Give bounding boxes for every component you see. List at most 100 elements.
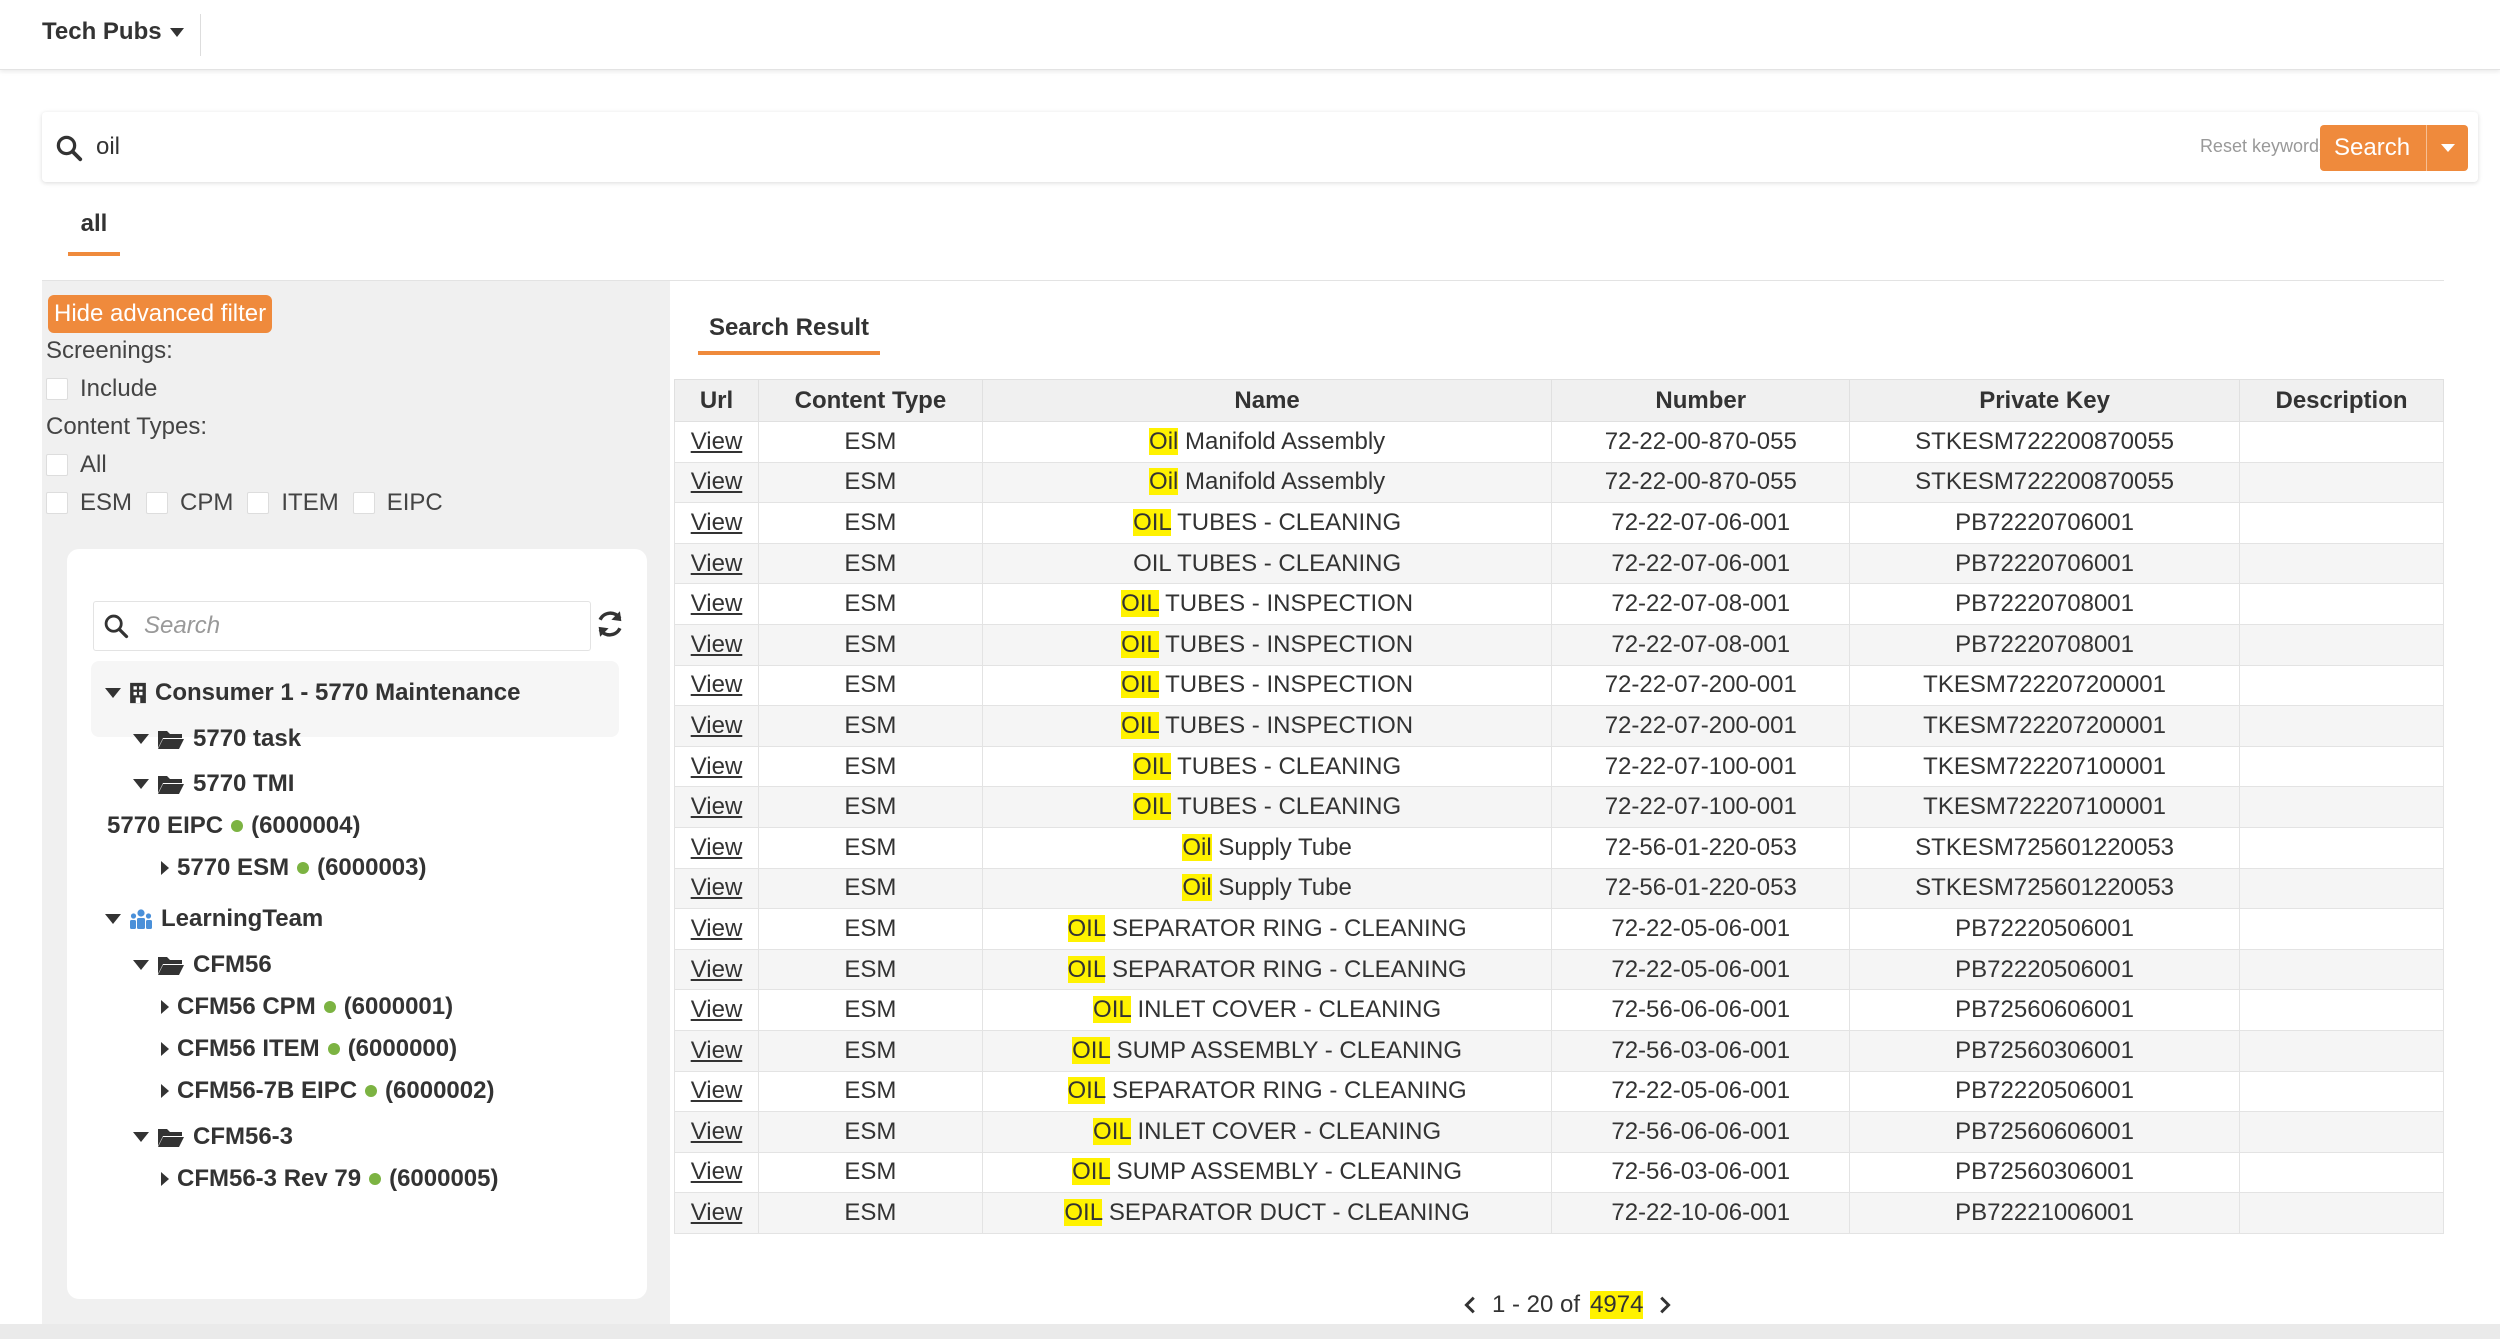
table-row: View ESM OIL SEPARATOR RING - CLEANING 72-2…: [674, 948, 2444, 991]
column-header-url[interactable]: Url: [674, 379, 759, 422]
eipc-checkbox[interactable]: [352, 492, 375, 514]
chevron-right-icon[interactable]: [1653, 1294, 1675, 1316]
description-cell: [2239, 867, 2444, 910]
tree-search-input[interactable]: [142, 606, 582, 646]
table-row: View ESM Oil Supply Tube 72-56-01-220-053 ST…: [674, 867, 2444, 910]
item-label: ITEM: [281, 489, 339, 516]
content-type-cell: ESM: [757, 461, 983, 504]
caret-down-icon: [2440, 144, 2455, 152]
column-header-name[interactable]: Name: [981, 379, 1553, 422]
view-link[interactable]: View: [691, 631, 743, 658]
table-row: View ESM OIL SEPARATOR RING - CLEANING 72-2…: [674, 1070, 2444, 1113]
reset-keywords-link[interactable]: Reset keywords: [2200, 136, 2328, 157]
name-cell: Oil Supply Tube: [981, 867, 1553, 910]
view-link[interactable]: View: [691, 793, 743, 820]
number-cell: 72-22-07-200-001: [1551, 664, 1851, 707]
hide-advanced-filter-button[interactable]: Hide advanced filter: [48, 295, 273, 333]
view-link[interactable]: View: [691, 509, 743, 536]
tree-node-cfm56-3-rev79[interactable]: CFM56-3 Rev 79 (6000005): [161, 1165, 499, 1193]
item-checkbox[interactable]: [247, 492, 270, 514]
view-link[interactable]: View: [691, 1199, 743, 1226]
column-header-content-type[interactable]: Content Type: [757, 379, 983, 422]
view-link[interactable]: View: [691, 956, 743, 983]
url-cell: View: [674, 908, 759, 950]
view-link[interactable]: View: [691, 550, 743, 577]
view-link[interactable]: View: [691, 1118, 743, 1145]
type-option-cpm[interactable]: CPM: [146, 489, 233, 517]
folder-open-icon: [158, 731, 184, 749]
tree-node-cfm56-3[interactable]: CFM56-3: [133, 1123, 293, 1151]
view-link[interactable]: View: [691, 590, 743, 617]
name-cell: OIL SUMP ASSEMBLY - CLEANING: [981, 1029, 1553, 1072]
caret-down-icon: [169, 27, 184, 37]
tree-node-5770-eipc[interactable]: 5770 EIPC (6000004): [107, 812, 361, 840]
results-table: Url Content Type Name Number Private Key…: [674, 379, 2444, 1234]
keyword-highlight: Oil: [1182, 833, 1212, 861]
private-key-cell: PB72221006001: [1849, 1192, 2241, 1234]
tree-node-cfm56-cpm[interactable]: CFM56 CPM (6000001): [161, 993, 453, 1021]
expand-down-icon: [133, 1132, 149, 1142]
all-types-option[interactable]: All: [46, 451, 107, 479]
tab-search-result[interactable]: Search Result: [698, 309, 880, 355]
private-key-cell: STKESM722200870055: [1849, 421, 2241, 463]
chevron-left-icon[interactable]: [1460, 1294, 1482, 1316]
expand-down-icon: [105, 914, 121, 924]
view-link[interactable]: View: [691, 874, 743, 901]
refresh-icon[interactable]: [593, 607, 627, 641]
tree-node-5770-task[interactable]: 5770 task: [133, 725, 301, 753]
table-row: View ESM Oil Manifold Assembly 72-22-00-870…: [674, 421, 2444, 463]
include-option[interactable]: Include: [46, 375, 157, 403]
column-header-description[interactable]: Description: [2239, 379, 2444, 422]
private-key-cell: TKESM722207100001: [1849, 786, 2241, 828]
include-checkbox[interactable]: [46, 378, 68, 400]
tree-node-5770-tmi[interactable]: 5770 TMI: [133, 770, 294, 798]
description-cell: [2239, 1151, 2444, 1194]
folder-open-icon: [158, 1129, 184, 1147]
name-cell: OIL SUMP ASSEMBLY - CLEANING: [981, 1151, 1553, 1194]
search-input[interactable]: [94, 124, 1694, 170]
tree-node-cfm56-item[interactable]: CFM56 ITEM (6000000): [161, 1035, 457, 1063]
number-cell: 72-22-07-06-001: [1551, 502, 1851, 544]
building-icon: [130, 682, 146, 704]
private-key-cell: TKESM722207200001: [1849, 664, 2241, 707]
name-text: SUMP ASSEMBLY - CLEANING: [1109, 1036, 1463, 1064]
tree-node-consumer[interactable]: Consumer 1 - 5770 Maintenance: [105, 679, 520, 707]
name-text: SEPARATOR RING - CLEANING: [1105, 1077, 1467, 1105]
name-text: OIL TUBES - CLEANING: [1133, 549, 1402, 577]
table-row: View ESM OIL SEPARATOR DUCT - CLEANING 72-2…: [674, 1192, 2444, 1234]
view-link[interactable]: View: [691, 1158, 743, 1185]
private-key-cell: PB72220506001: [1849, 1070, 2241, 1113]
view-link[interactable]: View: [691, 915, 743, 942]
tree-node-learningteam[interactable]: LearningTeam: [105, 905, 323, 933]
view-link[interactable]: View: [691, 996, 743, 1023]
tree-node-cfm56-7b-eipc[interactable]: CFM56-7B EIPC (6000002): [161, 1077, 494, 1105]
search-button[interactable]: Search: [2320, 125, 2468, 171]
tree-node-5770-esm[interactable]: 5770 ESM (6000003): [161, 854, 427, 882]
view-link[interactable]: View: [691, 671, 743, 698]
tab-all[interactable]: all: [68, 210, 120, 256]
view-link[interactable]: View: [691, 428, 743, 455]
search-options-dropdown[interactable]: [2427, 144, 2468, 152]
view-link[interactable]: View: [691, 753, 743, 780]
view-link[interactable]: View: [691, 468, 743, 495]
type-option-eipc[interactable]: EIPC: [352, 489, 443, 517]
esm-label: ESM: [80, 489, 133, 516]
view-link[interactable]: View: [691, 834, 743, 861]
view-link[interactable]: View: [691, 1077, 743, 1104]
view-link[interactable]: View: [691, 1037, 743, 1064]
esm-checkbox[interactable]: [46, 492, 68, 514]
type-option-esm[interactable]: ESM: [46, 489, 132, 517]
all-types-checkbox[interactable]: [46, 454, 68, 476]
view-link[interactable]: View: [691, 712, 743, 739]
column-header-number[interactable]: Number: [1551, 379, 1851, 422]
content-type-cell: ESM: [757, 908, 983, 950]
type-option-item[interactable]: ITEM: [247, 489, 339, 517]
header-divider: [200, 14, 201, 56]
tree-node-id: (6000003): [317, 854, 427, 881]
cpm-checkbox[interactable]: [146, 492, 169, 514]
column-header-private-key[interactable]: Private Key: [1849, 379, 2241, 422]
app-menu[interactable]: Tech Pubs: [42, 18, 184, 46]
tree-node-label: 5770 ESM: [177, 854, 290, 881]
tree-node-cfm56[interactable]: CFM56: [133, 951, 272, 979]
tree-node-label: CFM56-3: [193, 1123, 294, 1150]
